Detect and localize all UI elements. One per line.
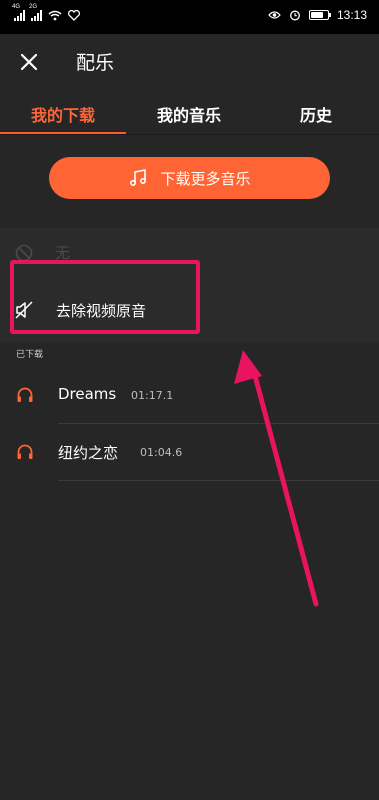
annotation-arrow xyxy=(234,350,319,607)
